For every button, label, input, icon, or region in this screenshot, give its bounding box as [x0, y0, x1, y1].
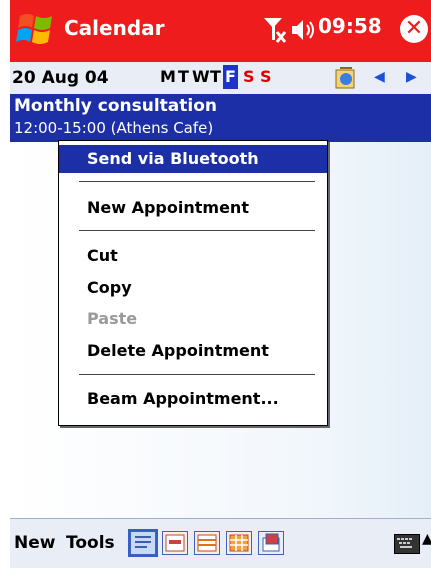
- day-wednesday[interactable]: W: [192, 67, 210, 86]
- context-menu: Send via Bluetooth New Appointment Cut C…: [58, 140, 328, 426]
- go-to-today-icon[interactable]: [332, 64, 360, 96]
- menu-separator: [79, 181, 315, 182]
- clock[interactable]: 09:58: [318, 14, 382, 38]
- month-view-icon[interactable]: [226, 531, 252, 555]
- appointment-detail: 12:00-15:00 (Athens Cafe): [14, 119, 214, 137]
- menu-separator: [79, 374, 315, 375]
- day-sunday[interactable]: S: [260, 67, 272, 86]
- day-thursday[interactable]: T: [210, 67, 221, 86]
- appointment-title: Monthly consultation: [14, 96, 217, 116]
- next-arrow-icon[interactable]: ▶: [406, 69, 417, 85]
- day-monday[interactable]: M: [160, 67, 176, 86]
- menu-separator: [79, 230, 315, 231]
- tools-menu[interactable]: Tools: [66, 533, 115, 553]
- title-bar: Calendar 09:58 ✕: [10, 0, 431, 62]
- app-title: Calendar: [64, 16, 165, 40]
- current-date[interactable]: 20 Aug 04: [12, 68, 109, 88]
- new-menu[interactable]: New: [14, 533, 55, 553]
- year-view-icon[interactable]: [258, 531, 284, 555]
- week-view-icon[interactable]: [194, 531, 220, 555]
- menu-item-new-appointment[interactable]: New Appointment: [59, 194, 327, 222]
- day-saturday[interactable]: S: [243, 67, 255, 86]
- appointment-item[interactable]: Monthly consultation 12:00-15:00 (Athens…: [10, 94, 431, 142]
- menu-item-send-via-bluetooth[interactable]: Send via Bluetooth: [59, 145, 327, 173]
- speaker-icon[interactable]: [290, 16, 316, 48]
- day-tuesday[interactable]: T: [178, 67, 189, 86]
- close-icon[interactable]: ✕: [400, 15, 428, 43]
- command-bar: New Tools ▲: [10, 518, 431, 568]
- menu-item-beam-appointment[interactable]: Beam Appointment...: [59, 385, 327, 413]
- windows-start-icon[interactable]: [14, 10, 58, 50]
- agenda-view-icon[interactable]: [128, 529, 158, 557]
- keyboard-icon[interactable]: [394, 534, 420, 554]
- menu-item-paste: Paste: [87, 309, 138, 328]
- menu-item-cut[interactable]: Cut: [59, 242, 327, 270]
- input-panel-arrow-icon[interactable]: ▲: [422, 531, 431, 547]
- day-friday[interactable]: F: [223, 65, 238, 89]
- date-bar: 20 Aug 04 M T W T F S S ◀ ▶: [10, 62, 431, 95]
- menu-item-copy[interactable]: Copy: [59, 274, 327, 302]
- previous-arrow-icon[interactable]: ◀: [374, 69, 385, 85]
- signal-icon[interactable]: [262, 16, 288, 48]
- menu-item-delete-appointment[interactable]: Delete Appointment: [59, 337, 327, 365]
- day-view-icon[interactable]: [162, 531, 188, 555]
